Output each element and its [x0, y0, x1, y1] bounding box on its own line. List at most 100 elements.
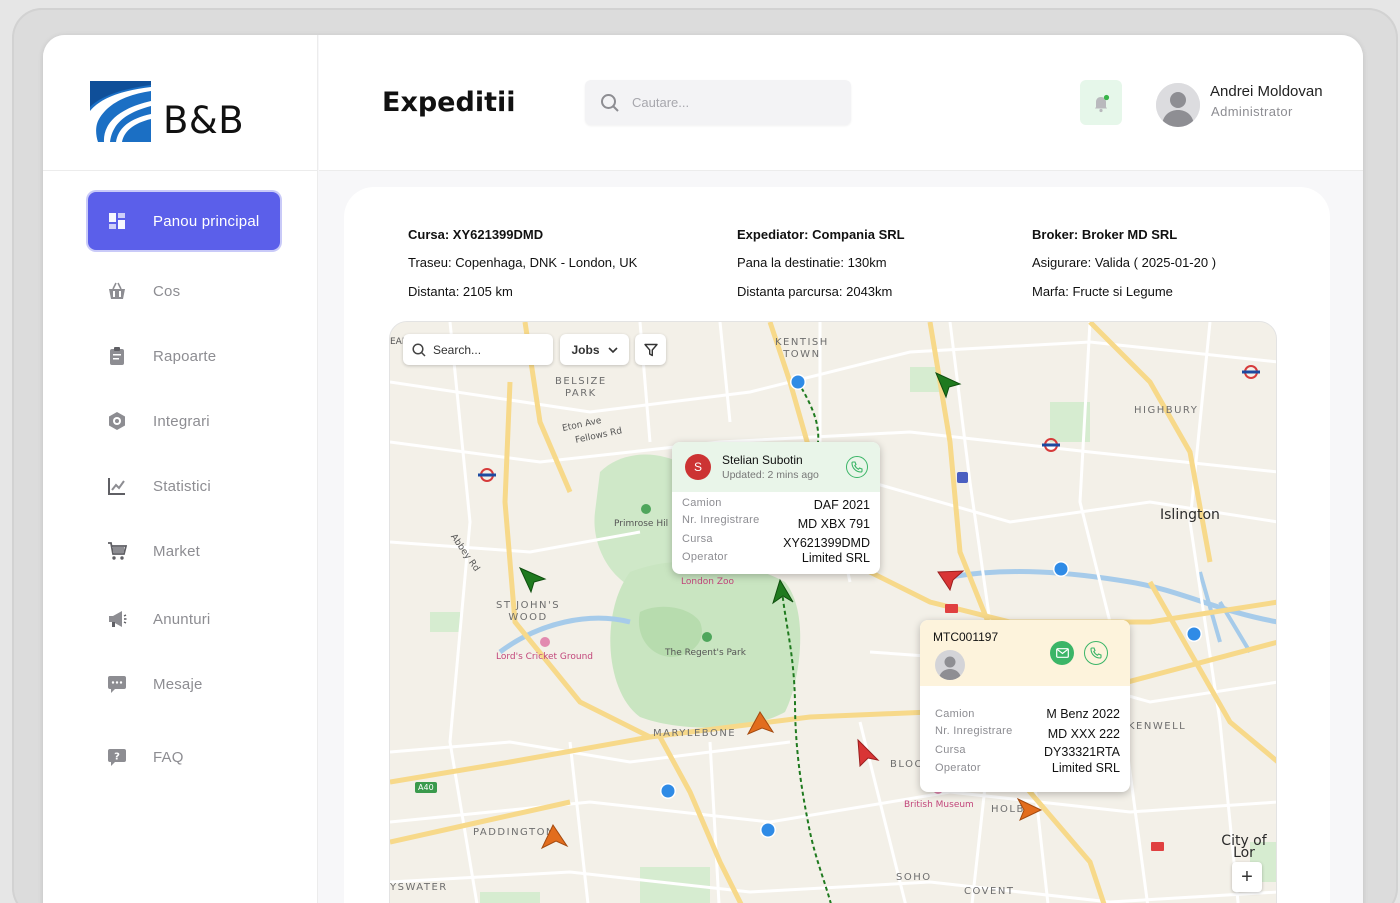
search-input[interactable]: [632, 95, 822, 110]
truck-marker-orange[interactable]: [1016, 797, 1043, 822]
shipment-card: Cursa: XY621399DMD Traseu: Copenhaga, DN…: [344, 187, 1330, 903]
avatar[interactable]: [1156, 83, 1200, 127]
top-header: Expeditii Andrei Moldovan Administrator: [319, 35, 1363, 171]
chevron-down-icon: [607, 346, 618, 353]
user-icon: [1156, 83, 1200, 127]
truck-field-value: M Benz 2022: [1046, 707, 1120, 721]
shipment-distance: Distanta: 2105 km: [408, 284, 513, 299]
truck-marker-green[interactable]: [518, 567, 547, 594]
truck-driver-avatar: [935, 650, 965, 680]
shipment-route-id: Cursa: XY621399DMD: [408, 227, 544, 242]
filter-icon: [643, 343, 658, 356]
driver-popup: S Stelian Subotin Updated: 2 mins ago Ca…: [672, 442, 880, 574]
svg-text:?: ?: [114, 752, 120, 763]
brand-name: B&B: [163, 99, 245, 142]
call-driver-button[interactable]: [846, 456, 868, 478]
message-icon: [106, 673, 128, 695]
clipboard-icon: [106, 345, 128, 367]
truck-marker-red[interactable]: [857, 738, 880, 768]
app-window: B&B Panou principal Cos Rapoarte Integra…: [43, 35, 1363, 903]
sidebar-item-label: Cos: [153, 282, 181, 300]
logo-area: B&B: [43, 35, 318, 171]
phone-icon: [1090, 647, 1102, 659]
truck-field-value: MD XXX 222: [1047, 727, 1120, 741]
truck-marker-green[interactable]: [772, 578, 794, 605]
call-truck-button[interactable]: [1084, 641, 1108, 665]
vehicle-location-dot[interactable]: [1053, 561, 1069, 577]
search-box: [585, 80, 851, 125]
bell-icon: [1095, 94, 1110, 112]
sidebar-item-faq[interactable]: ? FAQ: [88, 728, 280, 786]
shipment-route: Traseu: Copenhaga, DNK - London, UK: [408, 255, 638, 270]
map-search-placeholder: Search...: [433, 342, 482, 357]
truck-marker-orange[interactable]: [540, 823, 569, 850]
filter-button[interactable]: [635, 334, 666, 365]
user-name: Andrei Moldovan: [1210, 83, 1323, 100]
user-role: Administrator: [1211, 104, 1293, 119]
shipment-insurance: Asigurare: Valida ( 2025-01-20 ): [1032, 255, 1217, 270]
email-button[interactable]: [1050, 641, 1074, 665]
map-search-box[interactable]: Search...: [403, 334, 553, 365]
driver-field-label: Camion: [682, 497, 722, 509]
map-markers: [518, 372, 1202, 850]
sidebar-item-mesaje[interactable]: Mesaje: [88, 655, 280, 713]
cart-icon: [106, 540, 128, 562]
vehicle-location-dot[interactable]: [1186, 626, 1202, 642]
sidebar-item-label: Integrari: [153, 412, 210, 430]
shipment-broker: Broker: Broker MD SRL: [1032, 227, 1178, 242]
mail-icon: [1055, 648, 1069, 658]
sidebar-item-panou-principal[interactable]: Panou principal: [88, 192, 280, 250]
sidebar-item-label: Panou principal: [153, 212, 260, 230]
truck-popup-header: MTC001197: [920, 620, 1130, 686]
vehicle-location-dot[interactable]: [760, 822, 776, 838]
driver-field-value: Limited SRL: [801, 551, 870, 565]
truck-field-label: Nr. Inregistrare: [935, 725, 1013, 737]
truck-marker-orange[interactable]: [746, 711, 775, 736]
vehicle-location-dot[interactable]: [790, 374, 806, 390]
sidebar-item-market[interactable]: Market: [88, 522, 280, 580]
truck-popup: MTC001197 Camion M Benz 2022 Nr. Inregis…: [920, 620, 1130, 792]
sidebar-item-label: Mesaje: [153, 675, 203, 693]
driver-avatar: S: [685, 454, 711, 480]
sidebar-item-integrari[interactable]: Integrari: [88, 392, 280, 450]
truck-field-label: Camion: [935, 708, 975, 720]
sidebar-item-anunturi[interactable]: Anunturi: [88, 590, 280, 648]
shipment-remaining: Pana la destinatie: 130km: [737, 255, 887, 270]
brand-logo: [90, 81, 151, 142]
truck-field-value: Limited SRL: [1051, 761, 1120, 775]
jobs-dropdown[interactable]: Jobs: [560, 334, 629, 365]
vehicle-location-dot[interactable]: [660, 783, 676, 799]
zoom-in-button[interactable]: +: [1232, 862, 1262, 892]
question-icon: ?: [106, 746, 128, 768]
sidebar-item-label: Market: [153, 542, 201, 560]
sidebar-item-label: Statistici: [153, 477, 211, 495]
sidebar-item-rapoarte[interactable]: Rapoarte: [88, 327, 280, 385]
page-title: Expeditii: [382, 87, 516, 118]
phone-icon: [851, 461, 863, 473]
truck-marker-red[interactable]: [937, 570, 965, 592]
sidebar-item-label: FAQ: [153, 748, 184, 766]
truck-field-label: Cursa: [935, 744, 966, 756]
driver-updated: Updated: 2 mins ago: [722, 469, 819, 481]
sidebar-item-label: Anunturi: [153, 610, 211, 628]
integration-icon: [106, 410, 128, 432]
truck-marker-green[interactable]: [935, 372, 962, 399]
sidebar-item-cos[interactable]: Cos: [88, 262, 280, 320]
driver-field-label: Nr. Inregistrare: [682, 514, 760, 526]
driver-field-label: Cursa: [682, 533, 713, 545]
sidebar-item-statistici[interactable]: Statistici: [88, 457, 280, 515]
sidebar: B&B Panou principal Cos Rapoarte Integra…: [43, 35, 318, 903]
truck-field-value: DY33321RTA: [1044, 745, 1120, 759]
tracking-map[interactable]: KENTISH TOWN BELSIZE PARK HIGHBURY Eton …: [389, 321, 1277, 903]
driver-name: Stelian Subotin: [722, 453, 803, 467]
search-icon: [601, 93, 619, 112]
notifications-button[interactable]: [1080, 80, 1122, 125]
megaphone-icon: [106, 608, 128, 630]
driver-field-label: Operator: [682, 551, 728, 563]
shipment-travelled: Distanta parcursa: 2043km: [737, 284, 893, 299]
driver-field-value: MD XBX 791: [797, 517, 870, 531]
shipment-cargo: Marfa: Fructe si Legume: [1032, 284, 1173, 299]
chart-icon: [106, 475, 128, 497]
driver-popup-header: S Stelian Subotin Updated: 2 mins ago: [672, 442, 880, 492]
user-icon: [939, 656, 961, 680]
